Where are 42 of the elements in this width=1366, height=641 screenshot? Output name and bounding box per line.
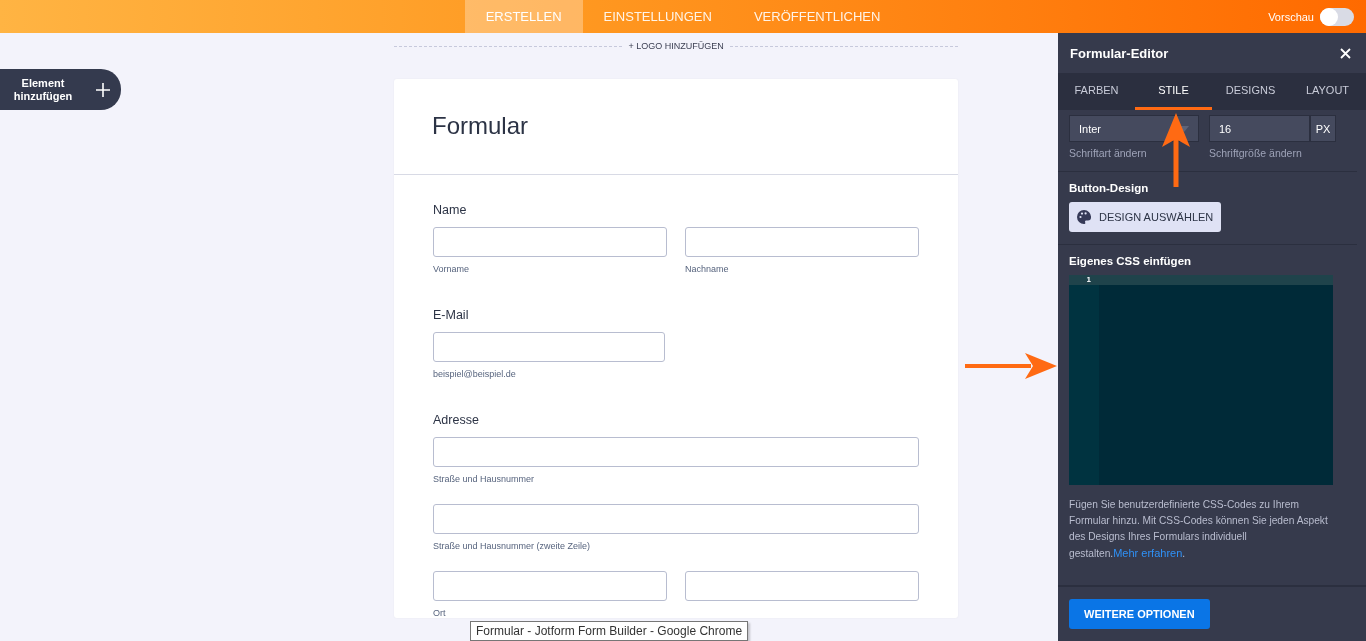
sublabel: Vorname — [433, 264, 471, 274]
form-title: Formular — [394, 79, 958, 175]
code-editor[interactable]: 1 — [1069, 275, 1333, 485]
sublabel: Ort — [433, 608, 447, 618]
section-heading: Button-Design — [1069, 182, 1150, 194]
tooltip: Formular - Jotform Form Builder - Google Chrome — [470, 621, 749, 641]
line-number: 1 — [1069, 275, 1099, 285]
section-heading: Eigenes CSS einfügen — [1069, 255, 1193, 267]
plus-icon — [95, 81, 111, 98]
panel-tab[interactable]: DESIGNS — [1212, 73, 1289, 110]
more-options-button[interactable]: WEITERE OPTIONEN — [1069, 599, 1210, 629]
add-element-button[interactable]: Element hinzufügen — [0, 69, 121, 110]
font-size-hint: Schriftgröße ändern — [1209, 147, 1303, 159]
font-select[interactable]: Inter — [1069, 115, 1199, 142]
panel-title: Formular-Editor — [1070, 45, 1169, 61]
sublabel: beispiel@beispiel.de — [433, 369, 517, 379]
input-field[interactable] — [433, 332, 665, 362]
panel-tab[interactable]: FARBEN — [1058, 73, 1135, 110]
palette-icon — [1077, 210, 1091, 224]
sublabel: Nachname — [685, 264, 730, 274]
input-field[interactable] — [433, 437, 919, 467]
panel-tab[interactable]: LAYOUT — [1289, 73, 1366, 110]
choose-design-button[interactable]: DESIGN AUSWÄHLEN — [1069, 202, 1222, 232]
sublabel: Straße und Hausnummer — [433, 474, 536, 484]
preview-toggle[interactable] — [1320, 7, 1354, 26]
add-logo-link[interactable]: + LOGO HINZUFÜGEN — [628, 41, 724, 51]
css-description: Fügen Sie benutzerdefinierte CSS-Codes zu Ihrem Formular hinzu. Mit CSS-Codes können Sie jeden Aspekt des Designs Ihres Formulars individuell gestalten.Mehr erfahren. — [1069, 498, 1329, 561]
input-field[interactable] — [433, 571, 667, 601]
close-icon[interactable] — [1340, 47, 1351, 59]
field-label: Name — [433, 203, 468, 217]
input-field[interactable] — [433, 227, 667, 257]
font-hint: Schriftart ändern — [1069, 147, 1148, 159]
input-field[interactable] — [685, 227, 919, 257]
panel-tab[interactable]: STILE — [1135, 73, 1212, 110]
sublabel: Straße und Hausnummer (zweite Zeile) — [433, 541, 592, 551]
preview-label: Vorschau — [1268, 10, 1314, 23]
unit-label: PX — [1310, 115, 1336, 142]
input-field[interactable] — [433, 504, 919, 534]
font-size-field[interactable]: 16 — [1209, 115, 1310, 142]
input-field[interactable] — [685, 571, 919, 601]
field-label: E-Mail — [433, 308, 470, 322]
field-label: Adresse — [433, 413, 480, 427]
